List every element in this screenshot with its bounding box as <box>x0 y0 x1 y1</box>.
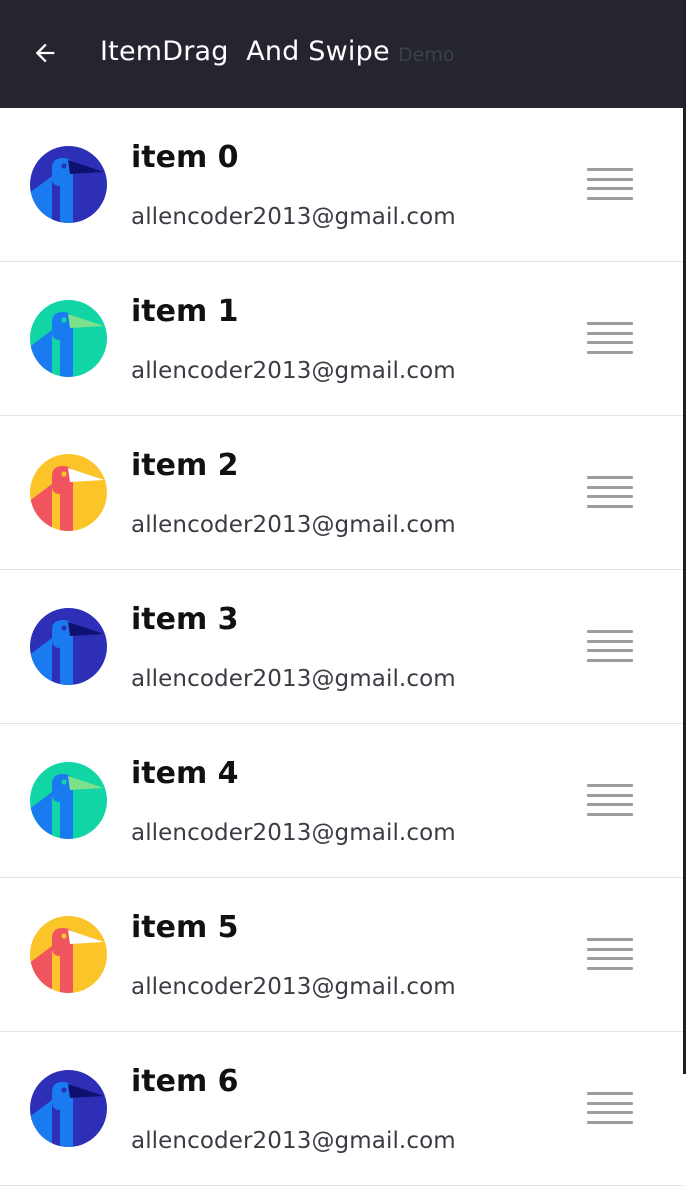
drag-handle-icon[interactable] <box>583 628 637 664</box>
item-email: allencoder2013@gmail.com <box>131 512 456 538</box>
item-title: item 5 <box>131 910 239 945</box>
bird-avatar-icon <box>30 300 107 377</box>
item-email: allencoder2013@gmail.com <box>131 1128 456 1154</box>
bird-avatar-icon <box>30 608 107 685</box>
drag-handle-line <box>587 168 633 171</box>
list-item[interactable]: item 6 allencoder2013@gmail.com <box>0 1032 683 1186</box>
app-bar: ItemDrag And Swipe Demo <box>0 0 686 108</box>
bird-avatar-icon <box>30 146 107 223</box>
drag-handle-line <box>587 966 633 970</box>
item-list[interactable]: item 0 allencoder2013@gmail.com item 1 alle… <box>0 108 683 1186</box>
drag-handle-line <box>587 1092 633 1095</box>
list-item[interactable]: item 4 allencoder2013@gmail.com <box>0 724 683 878</box>
drag-handle-line <box>587 196 633 200</box>
item-email: allencoder2013@gmail.com <box>131 974 456 1000</box>
drag-handle-line <box>587 476 633 479</box>
drag-handle-line <box>587 1120 633 1124</box>
drag-handle-line <box>587 341 633 345</box>
bird-avatar-icon <box>30 454 107 531</box>
item-title: item 0 <box>131 140 239 175</box>
drag-handle-icon[interactable] <box>583 320 637 356</box>
drag-handle-icon[interactable] <box>583 782 637 818</box>
drag-handle-line <box>587 187 633 191</box>
drag-handle-line <box>587 630 633 633</box>
drag-handle-line <box>587 784 633 787</box>
drag-handle-line <box>587 350 633 354</box>
drag-handle-line <box>587 485 633 489</box>
drag-handle-line <box>587 812 633 816</box>
drag-handle-line <box>587 495 633 499</box>
drag-handle-icon[interactable] <box>583 1090 637 1126</box>
drag-handle-icon[interactable] <box>583 936 637 972</box>
list-item[interactable]: item 3 allencoder2013@gmail.com <box>0 570 683 724</box>
bird-avatar-icon <box>30 762 107 839</box>
drag-handle-line <box>587 1111 633 1115</box>
drag-handle-line <box>587 331 633 335</box>
drag-handle-line <box>587 504 633 508</box>
drag-handle-line <box>587 957 633 961</box>
app-bar-title: ItemDrag And Swipe <box>100 36 390 67</box>
list-item[interactable]: item 0 allencoder2013@gmail.com <box>0 108 683 262</box>
drag-handle-line <box>587 938 633 941</box>
item-email: allencoder2013@gmail.com <box>131 820 456 846</box>
bird-avatar-icon <box>30 916 107 993</box>
drag-handle-icon[interactable] <box>583 474 637 510</box>
item-title: item 6 <box>131 1064 239 1099</box>
drag-handle-line <box>587 639 633 643</box>
bird-avatar-icon <box>30 1070 107 1147</box>
item-email: allencoder2013@gmail.com <box>131 358 456 384</box>
app-bar-subtitle: Demo <box>398 44 455 66</box>
item-title: item 3 <box>131 602 239 637</box>
drag-handle-line <box>587 1101 633 1105</box>
drag-handle-line <box>587 793 633 797</box>
drag-handle-line <box>587 649 633 653</box>
list-item[interactable]: item 2 allencoder2013@gmail.com <box>0 416 683 570</box>
drag-handle-line <box>587 803 633 807</box>
list-item[interactable]: item 5 allencoder2013@gmail.com <box>0 878 683 1032</box>
drag-handle-line <box>587 947 633 951</box>
list-item[interactable]: item 1 allencoder2013@gmail.com <box>0 262 683 416</box>
item-title: item 4 <box>131 756 239 791</box>
drag-handle-line <box>587 322 633 325</box>
item-email: allencoder2013@gmail.com <box>131 204 456 230</box>
item-email: allencoder2013@gmail.com <box>131 666 456 692</box>
drag-handle-line <box>587 177 633 181</box>
drag-handle-line <box>587 658 633 662</box>
arrow-back-icon <box>31 39 59 72</box>
back-button[interactable] <box>20 30 70 80</box>
drag-handle-icon[interactable] <box>583 166 637 202</box>
item-title: item 1 <box>131 294 239 329</box>
item-title: item 2 <box>131 448 239 483</box>
